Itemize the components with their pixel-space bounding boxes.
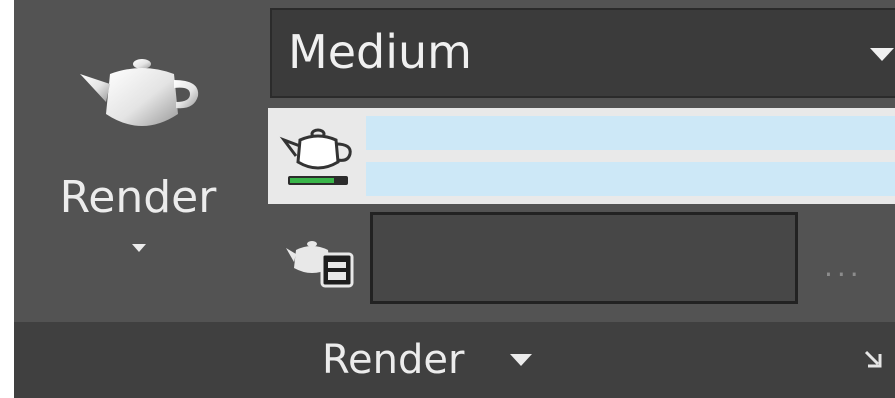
panel-expand-arrow-icon[interactable] — [510, 354, 532, 366]
render-quality-value: Medium — [288, 25, 472, 79]
render-progress-bar-bottom — [366, 162, 895, 196]
render-progress-bar-top — [366, 116, 895, 150]
render-panel: Render Medium ... Render — [14, 0, 895, 398]
render-button-label: Render — [59, 172, 217, 223]
teapot-progress-icon — [279, 128, 352, 185]
render-output-field[interactable] — [370, 212, 798, 304]
render-progress — [268, 108, 895, 204]
panel-footer[interactable]: Render — [14, 322, 895, 398]
render-button[interactable]: Render — [14, 0, 262, 320]
dialog-launcher-icon[interactable] — [862, 348, 884, 370]
teapot-queue-icon — [286, 241, 354, 288]
chevron-down-icon[interactable] — [870, 48, 894, 61]
render-dropdown-arrow-icon[interactable] — [132, 244, 146, 252]
browse-button[interactable]: ... — [824, 250, 863, 284]
panel-title: Render — [322, 337, 465, 383]
teapot-icon — [79, 59, 199, 126]
render-quality-dropdown[interactable]: Medium — [270, 8, 895, 98]
